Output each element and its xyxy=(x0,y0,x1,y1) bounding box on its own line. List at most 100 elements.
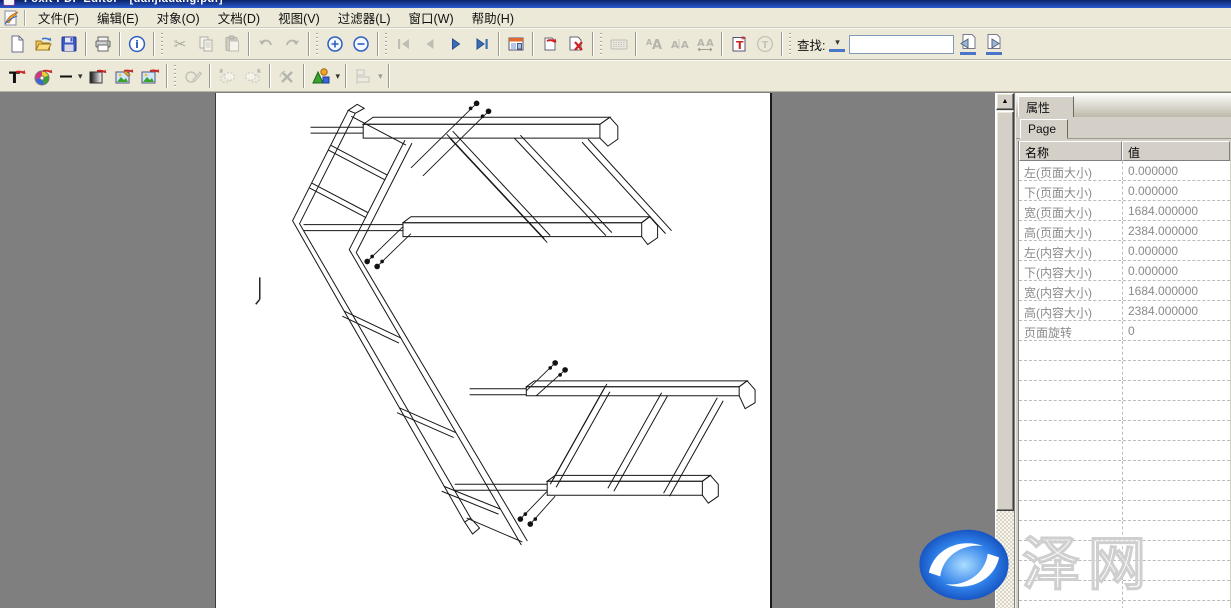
toolbar-separator xyxy=(532,32,534,56)
shapes-tool-button[interactable] xyxy=(308,63,334,89)
property-value[interactable]: 1684.000000 xyxy=(1122,281,1230,300)
copy-button[interactable] xyxy=(193,31,219,57)
menu-object[interactable]: 对象(O) xyxy=(148,6,209,29)
shapes-tool-icon xyxy=(311,67,331,86)
first-page-button[interactable] xyxy=(391,31,417,57)
zoom-out-button[interactable] xyxy=(348,31,374,57)
open-button[interactable] xyxy=(30,31,56,57)
find-previous-button[interactable] xyxy=(958,33,978,55)
line-tool-dropdown[interactable]: ▾ xyxy=(76,71,85,82)
menu-file[interactable]: 文件(F) xyxy=(29,6,88,29)
column-header-name[interactable]: 名称 xyxy=(1019,141,1122,161)
edit-object-button[interactable] xyxy=(180,63,206,89)
menu-help[interactable]: 帮助(H) xyxy=(463,6,523,29)
property-value[interactable]: 0.000000 xyxy=(1122,261,1230,280)
add-image-button[interactable] xyxy=(137,63,163,89)
undo-button[interactable] xyxy=(253,31,279,57)
keyboard-button[interactable] xyxy=(606,31,632,57)
font-width-button[interactable]: A A xyxy=(692,31,718,57)
property-value[interactable]: 2384.000000 xyxy=(1122,301,1230,320)
toolbar-separator xyxy=(781,32,783,56)
property-row[interactable]: 宽(内容大小) 1684.000000 xyxy=(1019,281,1230,301)
property-value[interactable]: 1684.000000 xyxy=(1122,201,1230,220)
font-spacing-button[interactable]: A A xyxy=(666,31,692,57)
toolbar-grip[interactable] xyxy=(384,33,389,55)
add-color-button[interactable] xyxy=(30,63,56,89)
property-row[interactable]: 宽(页面大小) 1684.000000 xyxy=(1019,201,1230,221)
info-button[interactable]: i xyxy=(124,31,150,57)
align-tool-button[interactable] xyxy=(350,63,376,89)
toolbar-grip[interactable] xyxy=(315,33,320,55)
circled-text-button[interactable]: T xyxy=(752,31,778,57)
find-dropdown[interactable]: ▾ xyxy=(829,37,845,52)
last-page-button[interactable] xyxy=(469,31,495,57)
menu-filter[interactable]: 过滤器(L) xyxy=(329,6,400,29)
toolbar-grip[interactable] xyxy=(160,33,165,55)
print-button[interactable] xyxy=(90,31,116,57)
font-size-button[interactable]: A A xyxy=(640,31,666,57)
first-page-icon xyxy=(395,35,413,53)
gradient-fill-button[interactable] xyxy=(85,63,111,89)
column-header-value[interactable]: 值 xyxy=(1122,141,1230,161)
property-value[interactable]: 0.000000 xyxy=(1122,181,1230,200)
scroll-up-arrow-icon[interactable]: ▲ xyxy=(996,93,1014,110)
delete-object-button[interactable] xyxy=(274,63,300,89)
next-page-button[interactable] xyxy=(443,31,469,57)
save-button[interactable] xyxy=(56,31,82,57)
find-next-button[interactable] xyxy=(984,33,1004,55)
property-row[interactable]: 左(页面大小) 0.000000 xyxy=(1019,161,1230,181)
align-tool-dropdown[interactable]: ▾ xyxy=(376,71,385,82)
find-label: 查找: xyxy=(795,35,829,54)
property-row[interactable]: 下(内容大小) 0.000000 xyxy=(1019,261,1230,281)
add-text-tool-button[interactable]: T xyxy=(4,63,30,89)
line-tool-button[interactable] xyxy=(56,63,76,89)
gradient-fill-icon xyxy=(88,67,108,86)
delete-page-button[interactable] xyxy=(563,31,589,57)
toolbar-separator xyxy=(721,32,723,56)
paste-button[interactable] xyxy=(219,31,245,57)
property-value[interactable]: 0.000000 xyxy=(1122,161,1230,180)
next-page-icon xyxy=(447,35,465,53)
bring-forward-button[interactable] xyxy=(214,63,240,89)
property-row[interactable]: 下(页面大小) 0.000000 xyxy=(1019,181,1230,201)
new-document-button[interactable] xyxy=(4,31,30,57)
insert-page-button[interactable] xyxy=(537,31,563,57)
pdf-page[interactable] xyxy=(215,93,772,608)
previous-page-button[interactable] xyxy=(417,31,443,57)
find-input[interactable] xyxy=(849,35,954,54)
scrollbar-thumb[interactable] xyxy=(996,111,1014,511)
toolbar-grip[interactable] xyxy=(599,33,604,55)
property-row[interactable]: 高(页面大小) 2384.000000 xyxy=(1019,221,1230,241)
document-canvas[interactable] xyxy=(0,93,995,608)
toolbar-grip[interactable] xyxy=(788,33,793,55)
cut-button[interactable]: ✂ xyxy=(167,31,193,57)
property-value[interactable]: 2384.000000 xyxy=(1122,221,1230,240)
redo-button[interactable] xyxy=(279,31,305,57)
property-row[interactable]: 高(内容大小) 2384.000000 xyxy=(1019,301,1230,321)
shapes-tool-dropdown[interactable]: ▾ xyxy=(334,71,343,82)
send-backward-button[interactable] xyxy=(240,63,266,89)
property-row[interactable]: 左(内容大小) 0.000000 xyxy=(1019,241,1230,261)
zoom-in-button[interactable] xyxy=(322,31,348,57)
title-bar: Foxit PDF Editor - [danjiadang.pdf] xyxy=(0,0,1231,8)
font-spacing-icon: A A xyxy=(669,35,689,53)
info-icon: i xyxy=(128,35,146,53)
vertical-scrollbar[interactable]: ▲ xyxy=(995,93,1013,608)
property-value[interactable]: 0 xyxy=(1122,321,1230,340)
menu-document[interactable]: 文档(D) xyxy=(209,6,269,29)
edit-image-button[interactable] xyxy=(111,63,137,89)
font-width-icon: A A xyxy=(695,35,715,53)
property-row[interactable]: 页面旋转 0 xyxy=(1019,321,1230,341)
property-value[interactable]: 0.000000 xyxy=(1122,241,1230,260)
tab-properties[interactable]: 属性 xyxy=(1018,96,1074,117)
tab-page[interactable]: Page xyxy=(1020,119,1068,139)
menu-bar: 文件(F) 编辑(E) 对象(O) 文档(D) 视图(V) 过滤器(L) 窗口(… xyxy=(0,8,1231,28)
page-layout-button[interactable] xyxy=(503,31,529,57)
add-text-page-button[interactable]: T * xyxy=(726,31,752,57)
menu-window[interactable]: 窗口(W) xyxy=(400,6,463,29)
menu-edit[interactable]: 编辑(E) xyxy=(88,6,148,29)
menu-view[interactable]: 视图(V) xyxy=(269,6,329,29)
scrollbar-track[interactable] xyxy=(996,511,1014,608)
empty-row xyxy=(1019,581,1230,601)
toolbar-grip[interactable] xyxy=(173,65,178,87)
